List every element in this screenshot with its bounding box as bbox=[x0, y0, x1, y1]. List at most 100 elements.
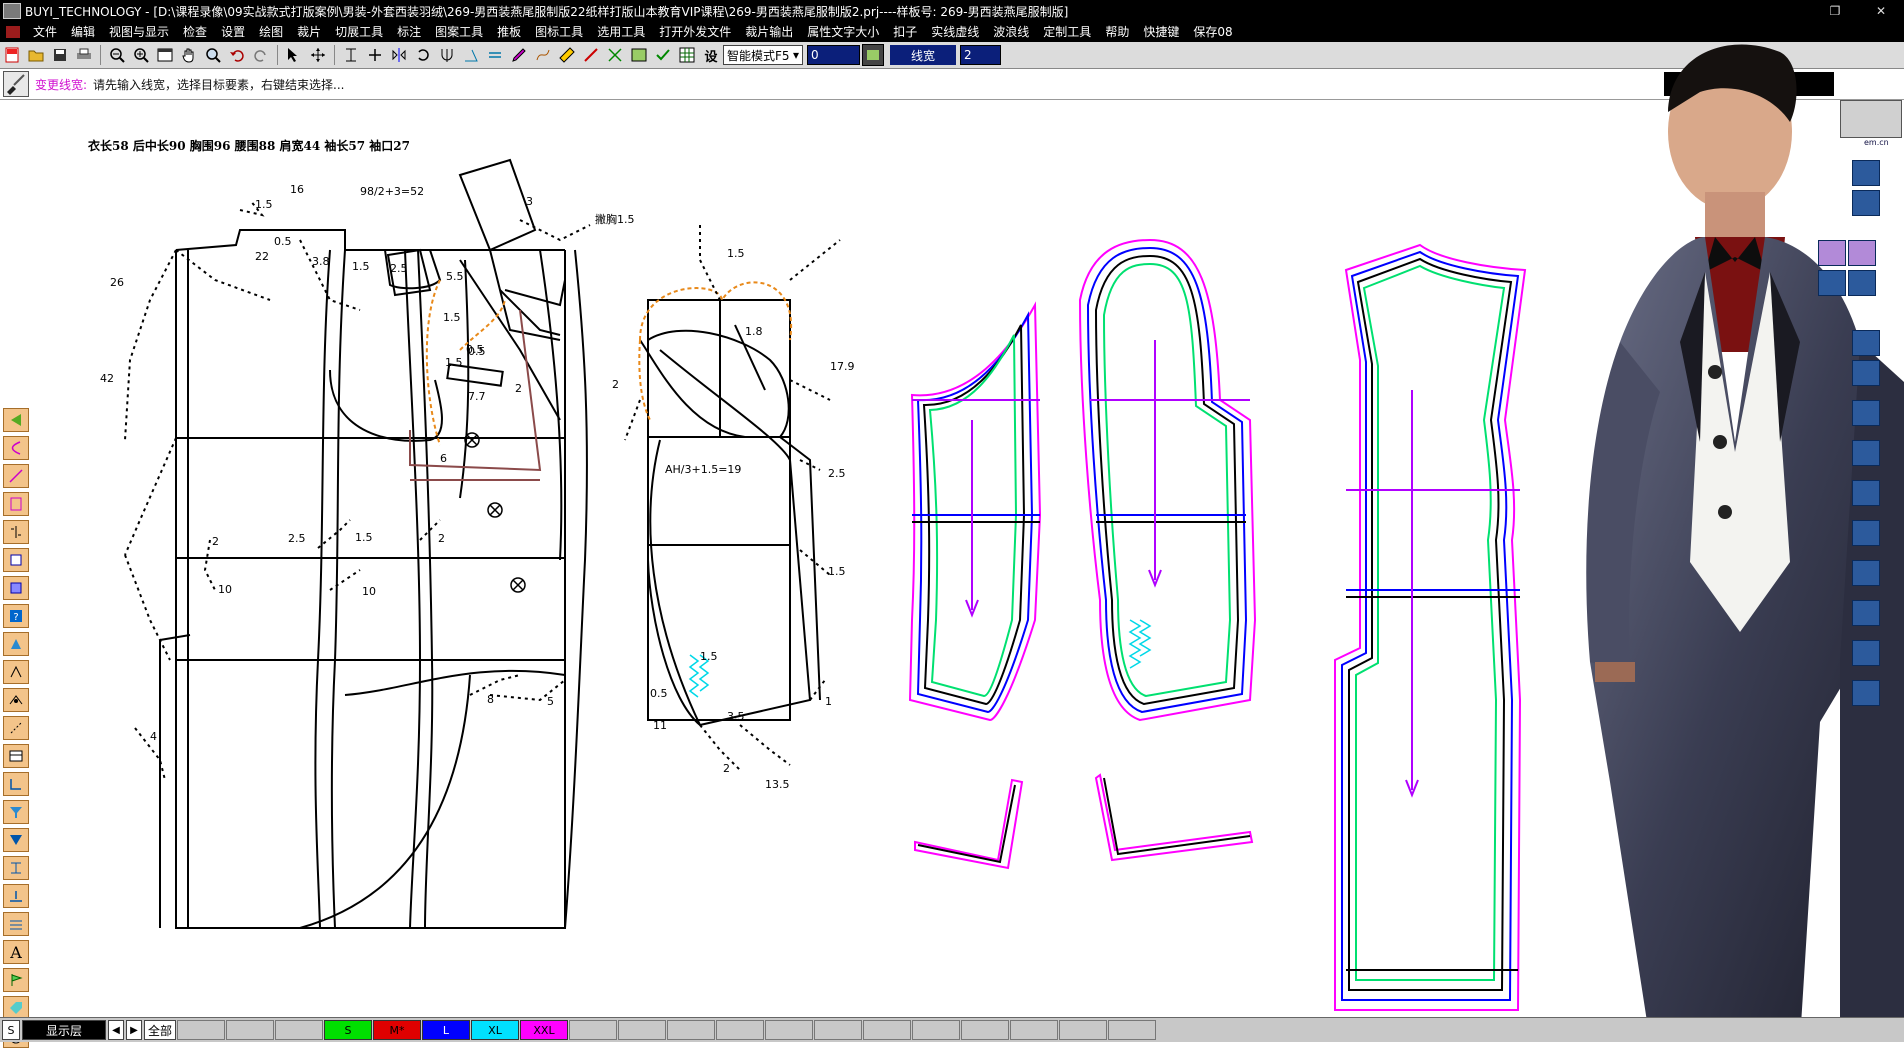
size-chip-s[interactable]: S bbox=[324, 1020, 372, 1040]
layer-slot[interactable] bbox=[716, 1020, 764, 1040]
menu-slash-spread[interactable]: 切展工具 bbox=[328, 22, 390, 42]
menu-wavy-line[interactable]: 波浪线 bbox=[986, 22, 1036, 42]
menu-shortcuts[interactable]: 快捷键 bbox=[1136, 22, 1186, 42]
close-button[interactable]: ✕ bbox=[1858, 0, 1904, 22]
pan-hand-icon[interactable] bbox=[179, 45, 199, 65]
tool-text-icon[interactable]: A bbox=[3, 940, 29, 964]
menu-icon-tools[interactable]: 图标工具 bbox=[528, 22, 590, 42]
ruler-icon[interactable] bbox=[557, 45, 577, 65]
confirm-icon[interactable] bbox=[862, 44, 884, 66]
fit-window-icon[interactable] bbox=[155, 45, 175, 65]
layer-slot[interactable] bbox=[863, 1020, 911, 1040]
move-icon[interactable] bbox=[308, 45, 328, 65]
tool-grain-icon[interactable] bbox=[1852, 480, 1880, 506]
cross-icon[interactable] bbox=[365, 45, 385, 65]
notch-icon[interactable] bbox=[605, 45, 625, 65]
all-layers-button[interactable]: 全部 bbox=[144, 1020, 176, 1040]
settings-text[interactable]: 设 bbox=[701, 45, 721, 65]
menu-custom-tools[interactable]: 定制工具 bbox=[1036, 22, 1098, 42]
tool-button-icon[interactable] bbox=[1852, 600, 1880, 626]
tool-table-icon[interactable] bbox=[3, 744, 29, 768]
layer-slot[interactable] bbox=[765, 1020, 813, 1040]
tool-rect-icon[interactable] bbox=[3, 492, 29, 516]
tool-shape-icon[interactable] bbox=[3, 632, 29, 656]
tool-frame-icon[interactable] bbox=[3, 576, 29, 600]
mode-select[interactable]: 智能模式F5 ▾ bbox=[723, 45, 803, 65]
zoom-out-icon[interactable] bbox=[107, 45, 127, 65]
menu-buttons[interactable]: 扣子 bbox=[886, 22, 924, 42]
tool-flag-icon[interactable] bbox=[3, 968, 29, 992]
mirror-icon[interactable] bbox=[389, 45, 409, 65]
tool-hole-icon[interactable] bbox=[1852, 640, 1880, 666]
pen-icon[interactable] bbox=[509, 45, 529, 65]
save-icon[interactable] bbox=[50, 45, 70, 65]
layer-slot[interactable] bbox=[1010, 1020, 1058, 1040]
tool-text-icon[interactable] bbox=[1852, 560, 1880, 586]
menu-piece-output[interactable]: 裁片输出 bbox=[738, 22, 800, 42]
next-arrow-icon[interactable]: ▶ bbox=[126, 1020, 142, 1040]
check-icon[interactable] bbox=[653, 45, 673, 65]
layer-slot[interactable] bbox=[275, 1020, 323, 1040]
tool-help-icon[interactable]: ? bbox=[3, 604, 29, 628]
menu-open-external[interactable]: 打开外发文件 bbox=[652, 22, 738, 42]
tool-join-icon[interactable] bbox=[1848, 270, 1876, 296]
new-file-icon[interactable] bbox=[2, 45, 22, 65]
menu-annotate[interactable]: 标注 bbox=[390, 22, 428, 42]
tool-filter-icon[interactable] bbox=[3, 828, 29, 852]
menu-pieces[interactable]: 裁片 bbox=[290, 22, 328, 42]
menu-save[interactable]: 保存08 bbox=[1186, 22, 1239, 42]
tool-steps-icon[interactable] bbox=[3, 856, 29, 880]
tool-box-icon[interactable] bbox=[3, 548, 29, 572]
menu-text-size[interactable]: 属性文字大小 bbox=[800, 22, 886, 42]
menu-select-tools[interactable]: 选用工具 bbox=[590, 22, 652, 42]
value-input[interactable]: 0 bbox=[807, 45, 860, 65]
image-icon[interactable] bbox=[629, 45, 649, 65]
layer-slot[interactable] bbox=[667, 1020, 715, 1040]
menu-pattern-tools[interactable]: 图案工具 bbox=[428, 22, 490, 42]
layer-slot[interactable] bbox=[618, 1020, 666, 1040]
menu-check[interactable]: 检查 bbox=[176, 22, 214, 42]
measure-icon[interactable] bbox=[581, 45, 601, 65]
tool-split-icon[interactable] bbox=[3, 520, 29, 544]
linewidth-input[interactable]: 2 bbox=[960, 45, 1001, 65]
menu-line-style[interactable]: 实线虚线 bbox=[924, 22, 986, 42]
tool-notch-left-icon[interactable] bbox=[3, 688, 29, 712]
fork-icon[interactable] bbox=[437, 45, 457, 65]
tool-point-icon[interactable] bbox=[3, 408, 29, 432]
tool-seam-icon[interactable] bbox=[1852, 360, 1880, 386]
rotate-icon[interactable] bbox=[413, 45, 433, 65]
zoom-region-icon[interactable] bbox=[203, 45, 223, 65]
layer-slot[interactable] bbox=[814, 1020, 862, 1040]
tool-scissor-icon[interactable] bbox=[1852, 160, 1880, 186]
tool-funnel-icon[interactable] bbox=[3, 800, 29, 824]
tool-baseline-icon[interactable] bbox=[3, 884, 29, 908]
size-chip-xxl[interactable]: XXL bbox=[520, 1020, 568, 1040]
display-layer-button[interactable]: 显示层 bbox=[22, 1020, 106, 1040]
layer-slot[interactable] bbox=[1108, 1020, 1156, 1040]
tool-line-icon[interactable] bbox=[3, 464, 29, 488]
layer-slot[interactable] bbox=[1059, 1020, 1107, 1040]
restore-button[interactable]: ❐ bbox=[1812, 0, 1858, 22]
tool-dart-left-icon[interactable] bbox=[3, 660, 29, 684]
align-icon[interactable] bbox=[341, 45, 361, 65]
redo-icon[interactable] bbox=[251, 45, 271, 65]
size-chip-l[interactable]: L bbox=[422, 1020, 470, 1040]
tool-clone-icon[interactable] bbox=[1818, 240, 1846, 266]
menu-settings[interactable]: 设置 bbox=[214, 22, 252, 42]
tool-notch-icon[interactable] bbox=[1852, 190, 1880, 216]
menu-grading[interactable]: 推板 bbox=[490, 22, 528, 42]
tool-mark-icon[interactable] bbox=[1852, 520, 1880, 546]
menu-file[interactable]: 文件 bbox=[26, 22, 64, 42]
select-arrow-icon[interactable] bbox=[284, 45, 304, 65]
parallel-line-icon[interactable] bbox=[485, 45, 505, 65]
print-icon[interactable] bbox=[74, 45, 94, 65]
tool-grade-icon[interactable] bbox=[1852, 330, 1880, 356]
menu-view[interactable]: 视图与显示 bbox=[102, 22, 176, 42]
size-s-toggle[interactable]: S bbox=[2, 1020, 20, 1040]
layer-slot[interactable] bbox=[569, 1020, 617, 1040]
tool-pleat-icon[interactable] bbox=[1852, 440, 1880, 466]
tool-curve-icon[interactable] bbox=[3, 436, 29, 460]
size-chip-xl[interactable]: XL bbox=[471, 1020, 519, 1040]
zoom-in-icon[interactable] bbox=[131, 45, 151, 65]
menu-draw[interactable]: 绘图 bbox=[252, 22, 290, 42]
